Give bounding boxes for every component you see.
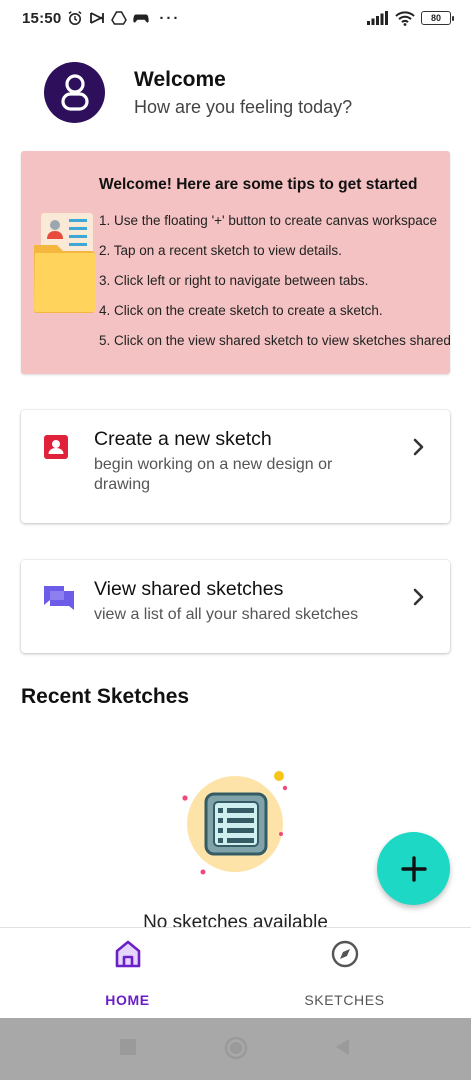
- tip-item: 5. Click on the view shared sketch to vi…: [99, 333, 450, 348]
- view-shared-sketches-card[interactable]: View shared sketches view a list of all …: [21, 560, 450, 653]
- home-icon: [115, 940, 140, 968]
- tips-card: Welcome! Here are some tips to get start…: [21, 151, 450, 374]
- tab-sketches[interactable]: SKETCHES: [227, 928, 462, 1019]
- welcome-subtitle: How are you feeling today?: [134, 96, 353, 117]
- folder-document-icon: [34, 213, 96, 313]
- tab-home-label: HOME: [105, 992, 150, 1008]
- avatar[interactable]: [44, 62, 105, 123]
- chevron-right-icon: [413, 438, 424, 456]
- status-time: 15:50: [22, 9, 62, 27]
- tip-item: 3. Click left or right to navigate betwe…: [99, 273, 369, 288]
- tip-item: 1. Use the floating '+' button to create…: [99, 213, 437, 228]
- back-button[interactable]: [333, 1037, 353, 1057]
- status-bar: 15:50 ··· 80: [0, 0, 471, 36]
- battery-indicator: 80: [421, 11, 454, 25]
- tip-item: 4. Click on the create sketch to create …: [99, 303, 383, 318]
- drive-icon: [111, 11, 128, 25]
- capcut-icon: [90, 12, 105, 24]
- tips-list: 1. Use the floating '+' button to create…: [99, 213, 450, 363]
- compass-icon: [331, 940, 358, 968]
- system-navigation-bar: [0, 1018, 471, 1080]
- empty-list-illustration: [182, 771, 288, 875]
- home-button[interactable]: [224, 1036, 248, 1060]
- wifi-icon: [395, 10, 415, 26]
- create-sketch-card[interactable]: Create a new sketch begin working on a n…: [21, 410, 450, 523]
- view-shared-title: View shared sketches: [94, 578, 284, 600]
- chat-bubbles-icon: [44, 586, 74, 610]
- welcome-title: Welcome: [134, 67, 226, 91]
- contact-card-icon: [44, 435, 68, 459]
- tips-title: Welcome! Here are some tips to get start…: [99, 176, 418, 193]
- tab-home[interactable]: HOME: [10, 928, 245, 1019]
- view-shared-description: view a list of all your shared sketches: [94, 606, 359, 623]
- user-glyph-icon: [60, 73, 89, 111]
- create-sketch-description: begin working on a new design or drawing: [94, 456, 333, 493]
- tab-sketches-label: SKETCHES: [304, 992, 385, 1008]
- recent-sketches-heading: Recent Sketches: [21, 685, 190, 708]
- recents-button[interactable]: [118, 1037, 138, 1057]
- create-sketch-title: Create a new sketch: [94, 428, 272, 450]
- tip-item: 2. Tap on a recent sketch to view detail…: [99, 243, 342, 258]
- alarm-icon: [68, 11, 82, 25]
- create-canvas-fab[interactable]: [377, 832, 450, 905]
- bottom-navigation: HOME SKETCHES: [0, 927, 471, 1018]
- chevron-right-icon: [413, 588, 424, 606]
- signal-icon: [367, 11, 388, 25]
- welcome-header: Welcome How are you feeling today?: [44, 62, 352, 123]
- plus-icon: [400, 855, 427, 882]
- more-notifications: ···: [159, 9, 181, 27]
- gamepad-icon: [133, 14, 150, 23]
